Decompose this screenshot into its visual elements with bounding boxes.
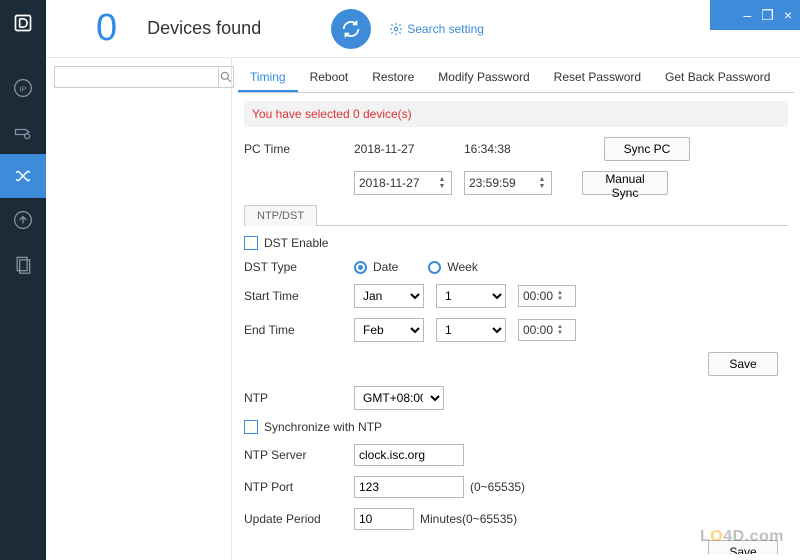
manual-date-input[interactable]: 2018-11-27 ▲▼ xyxy=(354,171,452,195)
nav-tools-icon[interactable] xyxy=(0,154,46,198)
spinner-icon[interactable]: ▲▼ xyxy=(557,324,563,336)
ntp-port-label: NTP Port xyxy=(244,480,354,494)
manual-time-value: 23:59:59 xyxy=(469,176,516,190)
timing-panel: You have selected 0 device(s) PC Time 20… xyxy=(238,93,794,554)
tab-get-back-password[interactable]: Get Back Password xyxy=(653,64,782,92)
manual-sync-button[interactable]: Manual Sync xyxy=(582,171,668,195)
dst-type-week-label: Week xyxy=(447,260,477,274)
manual-time-input[interactable]: 23:59:59 ▲▼ xyxy=(464,171,552,195)
end-day-select[interactable]: 1 xyxy=(436,318,506,342)
app-logo xyxy=(10,10,36,36)
body-area: Timing Reboot Restore Modify Password Re… xyxy=(46,58,800,560)
nav-camera-settings-icon[interactable] xyxy=(0,110,46,154)
start-time-input[interactable]: 00:00 ▲▼ xyxy=(518,285,576,307)
dst-type-label: DST Type xyxy=(244,260,354,274)
nav-docs-icon[interactable] xyxy=(0,242,46,286)
ntp-zone-row: NTP GMT+08:00 xyxy=(244,386,788,410)
end-time-input[interactable]: 00:00 ▲▼ xyxy=(518,319,576,341)
ntp-save-button[interactable]: Save xyxy=(708,540,778,554)
ntp-period-row: Update Period Minutes(0~65535) xyxy=(244,508,788,530)
dst-type-date-radio[interactable] xyxy=(354,261,367,274)
spinner-icon[interactable]: ▲▼ xyxy=(557,290,563,302)
start-day-select[interactable]: 1 xyxy=(436,284,506,308)
gear-icon xyxy=(389,22,403,36)
ntp-sync-label: Synchronize with NTP xyxy=(264,420,382,434)
search-setting-link[interactable]: Search setting xyxy=(389,22,484,36)
ntp-period-input[interactable] xyxy=(354,508,414,530)
ntp-server-row: NTP Server xyxy=(244,444,788,466)
search-input[interactable] xyxy=(54,66,219,88)
manual-date-value: 2018-11-27 xyxy=(359,176,420,190)
ntp-port-input[interactable] xyxy=(354,476,464,498)
ntp-server-input[interactable] xyxy=(354,444,464,466)
dst-start-row: Start Time Jan 1 00:00 ▲▼ xyxy=(244,284,788,308)
ntp-zone-select[interactable]: GMT+08:00 xyxy=(354,386,444,410)
ntp-sync-checkbox[interactable] xyxy=(244,420,258,434)
pc-time-row: PC Time 2018-11-27 16:34:38 Sync PC xyxy=(244,137,788,161)
dst-enable-checkbox[interactable] xyxy=(244,236,258,250)
dst-enable-label: DST Enable xyxy=(264,236,328,250)
ntp-label: NTP xyxy=(244,391,354,405)
ntp-port-hint: (0~65535) xyxy=(470,480,525,494)
tab-reboot[interactable]: Reboot xyxy=(298,64,361,92)
start-time-label: Start Time xyxy=(244,289,354,303)
dst-type-date-label: Date xyxy=(373,260,398,274)
ntp-period-label: Update Period xyxy=(244,512,354,526)
manual-time-row: 2018-11-27 ▲▼ 23:59:59 ▲▼ Manual Sync xyxy=(244,171,788,195)
devices-count: 0 xyxy=(96,7,117,50)
search-setting-label: Search setting xyxy=(407,22,484,36)
nav-ip-icon[interactable]: IP xyxy=(0,66,46,110)
refresh-button[interactable] xyxy=(331,9,371,49)
device-list-panel xyxy=(46,58,232,560)
app-header: 0 Devices found Search setting – ❐ × xyxy=(46,0,800,58)
spinner-icon[interactable]: ▲▼ xyxy=(537,176,547,190)
minimize-button[interactable]: – xyxy=(743,8,751,22)
tab-reset-password[interactable]: Reset Password xyxy=(542,64,653,92)
ntp-server-label: NTP Server xyxy=(244,448,354,462)
end-month-select[interactable]: Feb xyxy=(354,318,424,342)
tab-modify-password[interactable]: Modify Password xyxy=(426,64,541,92)
window-controls: – ❐ × xyxy=(710,0,800,30)
spinner-icon[interactable]: ▲▼ xyxy=(437,176,447,190)
pc-time-label: PC Time xyxy=(244,142,354,156)
ntp-dst-section: NTP/DST xyxy=(244,205,788,226)
main-area: 0 Devices found Search setting – ❐ × xyxy=(46,0,800,560)
selection-notice: You have selected 0 device(s) xyxy=(244,101,788,127)
subtab-ntp-dst[interactable]: NTP/DST xyxy=(244,205,317,226)
end-time-label: End Time xyxy=(244,323,354,337)
devices-count-label: Devices found xyxy=(147,18,261,39)
tab-restore[interactable]: Restore xyxy=(360,64,426,92)
dst-save-button[interactable]: Save xyxy=(708,352,778,376)
svg-text:IP: IP xyxy=(19,84,26,93)
ntp-period-hint: Minutes(0~65535) xyxy=(420,512,517,526)
dst-end-row: End Time Feb 1 00:00 ▲▼ xyxy=(244,318,788,342)
ntp-sync-row: Synchronize with NTP xyxy=(244,420,788,434)
maximize-button[interactable]: ❐ xyxy=(761,8,774,22)
sync-pc-button[interactable]: Sync PC xyxy=(604,137,690,161)
dst-type-week-radio[interactable] xyxy=(428,261,441,274)
dst-type-row: DST Type Date Week xyxy=(244,260,788,274)
dst-enable-row: DST Enable xyxy=(244,236,788,250)
content-panel: Timing Reboot Restore Modify Password Re… xyxy=(232,58,800,560)
pc-time-date: 2018-11-27 xyxy=(354,142,464,156)
sidebar: IP xyxy=(0,0,46,560)
nav-upload-icon[interactable] xyxy=(0,198,46,242)
device-search xyxy=(54,66,223,88)
ntp-port-row: NTP Port (0~65535) xyxy=(244,476,788,498)
close-button[interactable]: × xyxy=(784,8,792,22)
config-tabs: Timing Reboot Restore Modify Password Re… xyxy=(238,64,794,93)
pc-time-time: 16:34:38 xyxy=(464,142,574,156)
tab-timing[interactable]: Timing xyxy=(238,64,298,92)
start-month-select[interactable]: Jan xyxy=(354,284,424,308)
